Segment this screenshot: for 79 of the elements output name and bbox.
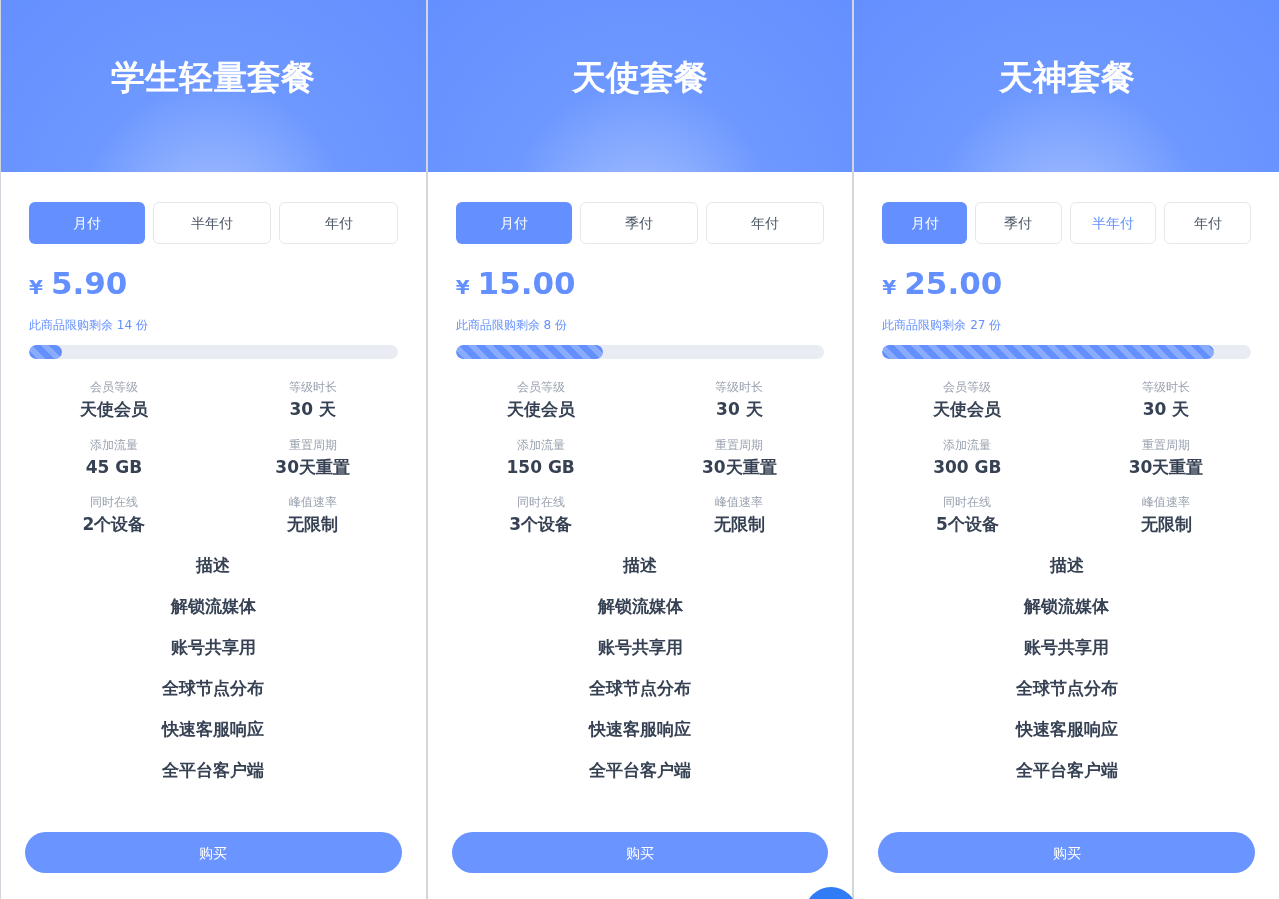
feature-item: 快速客服响应 xyxy=(589,717,691,741)
stat-label: 峰值速率 xyxy=(715,494,764,510)
period-tab[interactable]: 季付 xyxy=(975,202,1062,244)
feature-item: 账号共享用 xyxy=(170,635,256,659)
stat-label: 会员等级 xyxy=(90,379,138,395)
stock-note: 此商品限购剩余 27 份 xyxy=(882,317,1003,333)
stat-label: 同时在线 xyxy=(943,494,992,510)
stat-label: 同时在线 xyxy=(90,494,138,510)
buy-button[interactable]: 购买 xyxy=(878,832,1255,873)
stat-label: 等级时长 xyxy=(288,379,337,395)
feature-item: 描述 xyxy=(196,553,231,577)
stat-value: 5个设备 xyxy=(935,513,999,536)
feature-item: 全平台客户端 xyxy=(162,758,265,782)
stat-value: 无限制 xyxy=(713,513,765,536)
stat-label: 添加流量 xyxy=(90,436,138,453)
stat-label: 等级时长 xyxy=(715,379,764,395)
period-tab[interactable]: 年付 xyxy=(1164,202,1252,244)
price: 25.00 xyxy=(904,268,1003,299)
stat-value: 150 GB xyxy=(506,455,575,479)
stat-value: 天使会员 xyxy=(933,398,1002,421)
stat-value: 无限制 xyxy=(1140,513,1192,536)
period-tab[interactable]: 月付 xyxy=(882,202,967,244)
stat-label: 重置周期 xyxy=(288,436,337,453)
period-tab[interactable]: 季付 xyxy=(579,202,699,244)
stat-label: 峰值速率 xyxy=(288,494,337,510)
stat-label: 添加流量 xyxy=(943,436,992,453)
stat-value: 30 天 xyxy=(1142,398,1190,421)
feature-item: 描述 xyxy=(623,553,657,577)
currency-symbol: ¥ xyxy=(29,274,43,301)
currency-symbol: ¥ xyxy=(455,274,470,301)
period-tab[interactable]: 半年付 xyxy=(153,202,272,244)
period-tab[interactable]: 月付 xyxy=(29,202,146,244)
stat-value: 30天重置 xyxy=(275,455,350,479)
stat-label: 同时在线 xyxy=(516,494,565,510)
feature-item: 全球节点分布 xyxy=(589,676,691,700)
stat-value: 30 天 xyxy=(289,398,336,421)
stat-label: 会员等级 xyxy=(943,379,992,395)
feature-item: 账号共享用 xyxy=(597,635,683,659)
stat-value: 30 天 xyxy=(716,398,763,421)
period-tab[interactable]: 年付 xyxy=(279,202,398,244)
feature-item: 全球节点分布 xyxy=(162,676,265,700)
stat-label: 峰值速率 xyxy=(1142,494,1190,510)
currency-symbol: ¥ xyxy=(882,274,897,301)
period-tab[interactable]: 月付 xyxy=(455,202,572,244)
stat-label: 重置周期 xyxy=(715,436,764,453)
feature-item: 全平台客户端 xyxy=(589,758,691,782)
plan-title: 天神套餐 xyxy=(998,56,1135,99)
plan-title: 学生轻量套餐 xyxy=(111,56,316,99)
stat-label: 会员等级 xyxy=(516,379,565,395)
stat-label: 添加流量 xyxy=(516,436,565,453)
stock-note: 此商品限购剩余 14 份 xyxy=(29,317,149,333)
stat-label: 重置周期 xyxy=(1142,436,1190,453)
feature-item: 描述 xyxy=(1049,553,1084,577)
feature-item: 解锁流媒体 xyxy=(597,594,683,618)
stat-value: 3个设备 xyxy=(509,513,573,536)
stat-value: 300 GB xyxy=(933,455,1002,479)
stat-value: 30天重置 xyxy=(702,455,777,479)
stat-value: 2个设备 xyxy=(82,513,146,536)
feature-item: 快速客服响应 xyxy=(1015,717,1118,741)
feature-item: 全球节点分布 xyxy=(1015,676,1118,700)
feature-item: 解锁流媒体 xyxy=(1024,594,1110,618)
price: 15.00 xyxy=(477,268,576,299)
feature-item: 解锁流媒体 xyxy=(170,594,256,618)
stat-value: 天使会员 xyxy=(80,398,148,421)
period-tab[interactable]: 年付 xyxy=(706,202,825,244)
price: 5.90 xyxy=(50,268,128,299)
stock-note: 此商品限购剩余 8 份 xyxy=(455,317,568,333)
stat-value: 无限制 xyxy=(287,513,339,536)
feature-item: 全平台客户端 xyxy=(1015,758,1118,782)
feature-item: 快速客服响应 xyxy=(162,717,265,741)
stat-value: 30天重置 xyxy=(1128,455,1204,479)
plan-title: 天使套餐 xyxy=(572,56,708,99)
feature-item: 账号共享用 xyxy=(1024,635,1110,659)
stat-label: 等级时长 xyxy=(1142,379,1190,395)
period-tab[interactable]: 半年付 xyxy=(1069,202,1157,244)
stat-value: 天使会员 xyxy=(506,398,575,421)
buy-button[interactable]: 购买 xyxy=(451,832,829,873)
stat-value: 45 GB xyxy=(85,455,143,479)
buy-button[interactable]: 购买 xyxy=(25,832,402,873)
